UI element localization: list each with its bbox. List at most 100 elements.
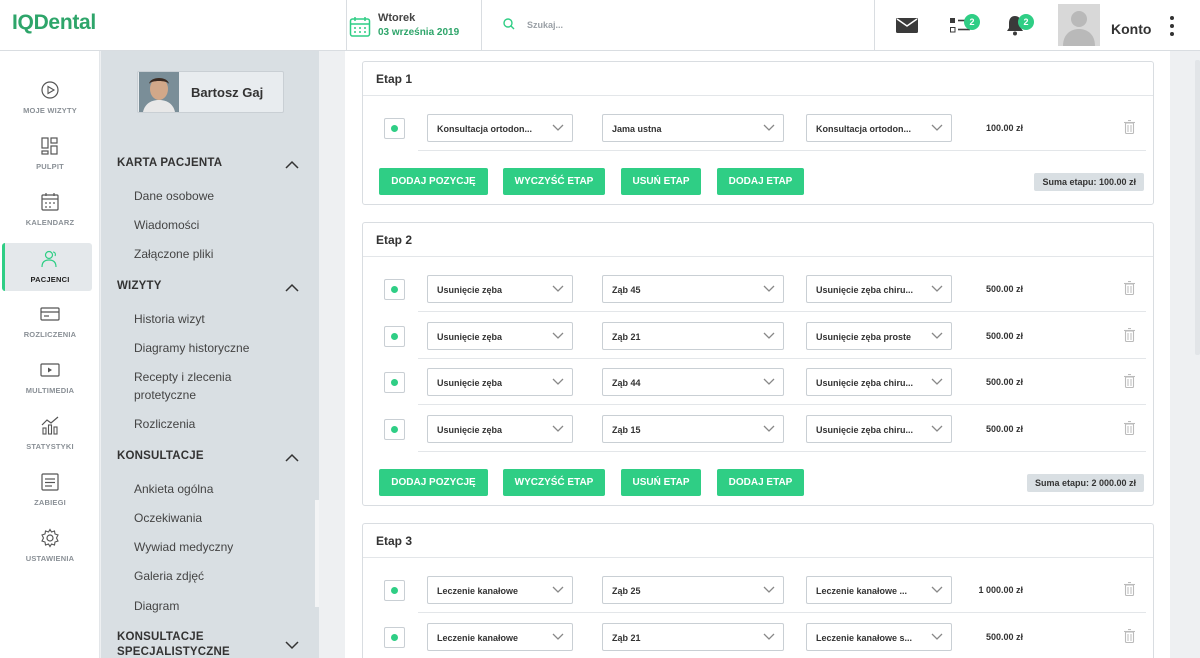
trash-icon[interactable] bbox=[1124, 120, 1135, 134]
stage-card: Etap 3 Leczenie kanałowe Ząb 25 Leczenie… bbox=[362, 523, 1154, 658]
account-menu[interactable]: Konto bbox=[1058, 4, 1200, 47]
tasks-badge: 2 bbox=[964, 14, 980, 30]
add-position-button[interactable]: DODAJ POZYCJĘ bbox=[379, 469, 488, 496]
section-wizyty[interactable]: WIZYTY bbox=[117, 280, 162, 292]
nav-label: STATYSTYKI bbox=[26, 442, 74, 451]
service-select[interactable]: Usunięcie zęba bbox=[427, 368, 573, 396]
app-logo[interactable]: IQDental bbox=[12, 11, 96, 35]
area-select[interactable]: Ząb 21 bbox=[602, 623, 784, 651]
service-select[interactable]: Leczenie kanałowe bbox=[427, 576, 573, 604]
procedure-select[interactable]: Usunięcie zęba chiru... bbox=[806, 415, 952, 443]
trash-icon[interactable] bbox=[1124, 629, 1135, 643]
service-select[interactable]: Usunięcie zęba bbox=[427, 275, 573, 303]
position-checkbox[interactable] bbox=[384, 279, 405, 300]
area-select[interactable]: Ząb 45 bbox=[602, 275, 784, 303]
service-select[interactable]: Usunięcie zęba bbox=[427, 415, 573, 443]
service-select[interactable]: Usunięcie zęba bbox=[427, 322, 573, 350]
menu-item-recepty[interactable]: Recepty i zlecenia bbox=[134, 370, 231, 384]
panel-scrollbar[interactable] bbox=[315, 500, 319, 607]
nav-item-multimedia[interactable]: MULTIMEDIA bbox=[0, 354, 100, 404]
menu-item-oczekiwania[interactable]: Oczekiwania bbox=[134, 511, 202, 525]
search-input[interactable] bbox=[527, 15, 827, 35]
nav-item-kalendarz[interactable]: KALENDARZ bbox=[0, 186, 100, 236]
patient-name: Bartosz Gaj bbox=[191, 85, 264, 100]
position-price: 1 000.00 zł bbox=[978, 585, 1023, 595]
procedure-select[interactable]: Usunięcie zęba proste bbox=[806, 322, 952, 350]
mail-icon[interactable] bbox=[896, 18, 918, 33]
menu-item-galeria-zdjec[interactable]: Galeria zdjęć bbox=[134, 569, 204, 583]
trash-icon[interactable] bbox=[1124, 582, 1135, 596]
area-select[interactable]: Ząb 15 bbox=[602, 415, 784, 443]
user-silhouette-icon bbox=[1063, 11, 1095, 46]
procedure-select[interactable]: Leczenie kanałowe s... bbox=[806, 623, 952, 651]
nav-item-zabiegi[interactable]: ZABIEGI bbox=[0, 466, 100, 516]
nav-item-moje-wizyty[interactable]: MOJE WIZYTY bbox=[0, 74, 100, 124]
top-bar: IQDental Wtorek 03 września 2019 2 bbox=[0, 0, 1200, 51]
nav-item-pulpit[interactable]: PULPIT bbox=[0, 130, 100, 180]
area-select[interactable]: Ząb 44 bbox=[602, 368, 784, 396]
chevron-up-icon[interactable] bbox=[285, 160, 299, 169]
position-checkbox[interactable] bbox=[384, 627, 405, 648]
trash-icon[interactable] bbox=[1124, 374, 1135, 388]
chevron-up-icon[interactable] bbox=[285, 453, 299, 462]
procedure-select[interactable]: Usunięcie zęba chiru... bbox=[806, 368, 952, 396]
stage-title: Etap 1 bbox=[376, 72, 413, 86]
area-select[interactable]: Ząb 25 bbox=[602, 576, 784, 604]
nav-item-statystyki[interactable]: STATYSTYKI bbox=[0, 410, 100, 460]
area-select[interactable]: Jama ustna bbox=[602, 114, 784, 142]
nav-item-rozliczenia[interactable]: ROZLICZENIA bbox=[0, 298, 100, 348]
chevron-up-icon[interactable] bbox=[285, 283, 299, 292]
menu-item-diagramy-historyczne[interactable]: Diagramy historyczne bbox=[134, 341, 249, 355]
nav-label: USTAWIENIA bbox=[25, 554, 75, 563]
menu-item-historia-wizyt[interactable]: Historia wizyt bbox=[134, 312, 205, 326]
menu-item-recepty-line2[interactable]: protetyczne bbox=[134, 388, 196, 402]
menu-item-diagram[interactable]: Diagram bbox=[134, 599, 179, 613]
settings-icon bbox=[41, 528, 59, 548]
add-stage-button[interactable]: DODAJ ETAP bbox=[717, 469, 804, 496]
menu-item-dane-osobowe[interactable]: Dane osobowe bbox=[134, 189, 214, 203]
trash-icon[interactable] bbox=[1124, 421, 1135, 435]
search-bar bbox=[483, 0, 875, 50]
service-select[interactable]: Konsultacja ortodon... bbox=[427, 114, 573, 142]
chevron-down-icon bbox=[763, 378, 775, 385]
position-checkbox[interactable] bbox=[384, 580, 405, 601]
add-stage-button[interactable]: DODAJ ETAP bbox=[717, 168, 804, 195]
chevron-down-icon bbox=[552, 378, 564, 385]
position-checkbox[interactable] bbox=[384, 419, 405, 440]
section-konsultacje-specjalistyczne-line2[interactable]: SPECJALISTYCZNE bbox=[117, 646, 230, 658]
position-checkbox[interactable] bbox=[384, 326, 405, 347]
delete-stage-button[interactable]: USUŃ ETAP bbox=[621, 168, 701, 195]
patient-card[interactable]: Bartosz Gaj bbox=[137, 71, 284, 113]
divider bbox=[363, 256, 1153, 257]
nav-item-ustawienia[interactable]: USTAWIENIA bbox=[0, 522, 100, 572]
chevron-down-icon bbox=[552, 425, 564, 432]
trash-icon[interactable] bbox=[1124, 281, 1135, 295]
section-karta-pacjenta[interactable]: KARTA PACJENTA bbox=[117, 157, 222, 169]
chevron-down-icon bbox=[931, 378, 943, 385]
procedure-select[interactable]: Konsultacja ortodon... bbox=[806, 114, 952, 142]
service-select[interactable]: Leczenie kanałowe bbox=[427, 623, 573, 651]
procedure-select[interactable]: Usunięcie zęba chiru... bbox=[806, 275, 952, 303]
menu-item-wiadomosci[interactable]: Wiadomości bbox=[134, 218, 199, 232]
nav-item-pacjenci[interactable]: PACJENCI bbox=[2, 243, 92, 291]
page-scrollbar-thumb[interactable] bbox=[1195, 60, 1200, 355]
chevron-down-icon[interactable] bbox=[285, 641, 299, 650]
section-konsultacje[interactable]: KONSULTACJE bbox=[117, 450, 204, 462]
clear-stage-button[interactable]: WYCZYŚĆ ETAP bbox=[503, 168, 605, 195]
area-select[interactable]: Ząb 21 bbox=[602, 322, 784, 350]
position-checkbox[interactable] bbox=[384, 372, 405, 393]
section-konsultacje-specjalistyczne[interactable]: KONSULTACJE bbox=[117, 631, 204, 643]
kebab-menu-icon[interactable] bbox=[1168, 16, 1176, 38]
delete-stage-button[interactable]: USUŃ ETAP bbox=[621, 469, 701, 496]
menu-item-wywiad-medyczny[interactable]: Wywiad medyczny bbox=[134, 540, 233, 554]
divider bbox=[363, 557, 1153, 558]
position-price: 500.00 zł bbox=[985, 284, 1023, 294]
menu-item-zalaczone-pliki[interactable]: Załączone pliki bbox=[134, 247, 213, 261]
trash-icon[interactable] bbox=[1124, 328, 1135, 342]
procedure-select[interactable]: Leczenie kanałowe ... bbox=[806, 576, 952, 604]
menu-item-rozliczenia[interactable]: Rozliczenia bbox=[134, 417, 195, 431]
menu-item-ankieta-ogolna[interactable]: Ankieta ogólna bbox=[134, 482, 213, 496]
add-position-button[interactable]: DODAJ POZYCJĘ bbox=[379, 168, 488, 195]
clear-stage-button[interactable]: WYCZYŚĆ ETAP bbox=[503, 469, 605, 496]
position-checkbox[interactable] bbox=[384, 118, 405, 139]
